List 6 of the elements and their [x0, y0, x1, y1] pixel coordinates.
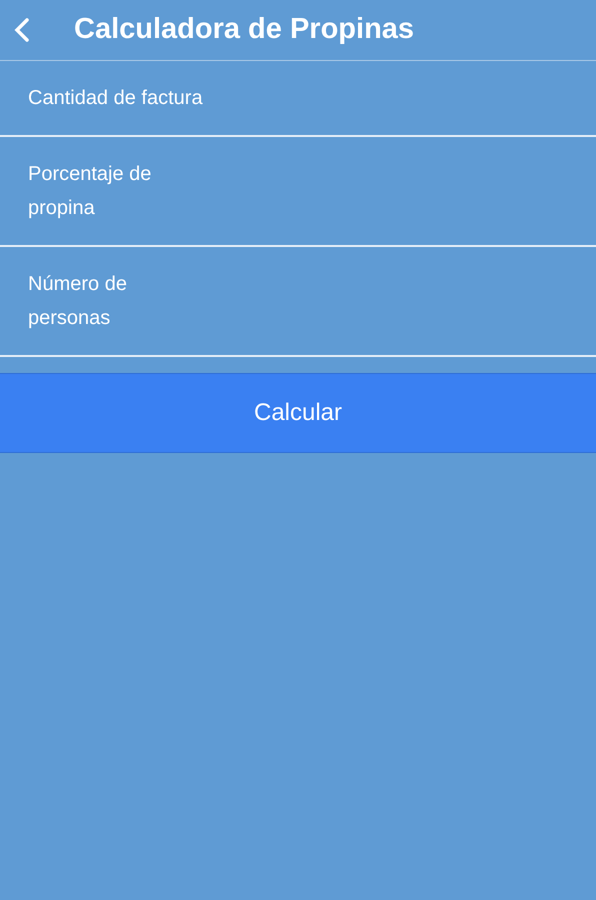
input-field[interactable]: Número de personas	[0, 247, 596, 357]
input-field[interactable]: Porcentaje de propina	[0, 137, 596, 247]
back-icon[interactable]	[12, 16, 32, 44]
page-title: Calculadora de Propinas	[74, 12, 414, 48]
calculate-button[interactable]: Calcular	[0, 373, 596, 453]
input-field[interactable]: Cantidad de factura	[0, 61, 596, 137]
